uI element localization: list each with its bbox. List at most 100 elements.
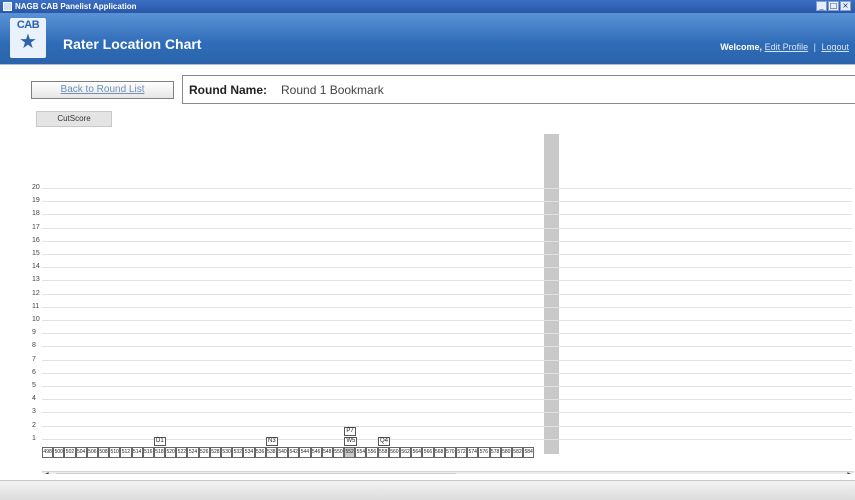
chart-gridline (42, 293, 852, 295)
y-tick-label: 7 (32, 355, 36, 363)
y-tick-label: 16 (32, 236, 40, 244)
tab-cutscore[interactable]: CutScore (36, 111, 112, 127)
score-cell: 522 (176, 447, 188, 458)
chart-gridline (42, 425, 852, 427)
score-cell: 554 (355, 447, 367, 458)
score-cell: 528 (209, 447, 221, 458)
score-cell: 558 (377, 447, 389, 458)
y-tick-label: 1 (32, 434, 36, 442)
chart-gridline (42, 333, 852, 335)
score-cell: 508 (97, 447, 110, 458)
score-cell: 566 (422, 447, 434, 458)
horizontal-scrollbar[interactable]: ◀ ▶ (42, 471, 854, 474)
rater-location-chart: 20 19 18 17 16 15 14 13 12 11 10 9 8 7 6 5 4 3 2 1 498 500 50… (0, 134, 855, 474)
rater-marker[interactable]: P7 (344, 427, 356, 436)
y-tick-label: 5 (32, 382, 36, 389)
chart-gridline (42, 372, 852, 374)
y-tick-label: 3 (32, 408, 36, 416)
rater-marker[interactable]: N3 (266, 437, 278, 446)
chart-gridline (42, 201, 852, 203)
y-tick-label: 6 (32, 368, 36, 376)
score-cell: 516 (142, 447, 154, 458)
score-cell: 536 (254, 447, 266, 458)
window-title: NAGB CAB Panelist Application (15, 2, 137, 11)
chart-gridline (42, 306, 852, 308)
score-cell: 518 (153, 447, 166, 458)
score-cell: 560 (388, 447, 400, 458)
score-cell: 510 (109, 447, 121, 458)
score-cell: 500 (53, 447, 65, 458)
chart-gridline (42, 240, 852, 242)
score-cell: 544 (299, 447, 311, 458)
y-tick-label: 2 (32, 421, 36, 429)
chart-gridline (42, 359, 852, 361)
page-title: Rater Location Chart (63, 36, 202, 52)
chart-gridline (42, 399, 852, 401)
chart-gridline (42, 254, 852, 255)
score-cell: 584 (523, 447, 535, 458)
y-tick-label: 13 (32, 276, 40, 284)
y-tick-label: 15 (32, 250, 40, 257)
y-tick-label: 10 (32, 316, 40, 323)
score-cell: 498 (42, 447, 54, 458)
score-cell: 570 (444, 447, 456, 458)
window-controls: _ □ × (816, 1, 851, 11)
star-icon: ★ (19, 29, 37, 53)
welcome-text: Welcome, (720, 42, 763, 52)
score-cell: 534 (243, 447, 255, 458)
score-cell: 562 (400, 447, 412, 458)
status-footer (0, 480, 855, 500)
score-cell: 502 (64, 447, 76, 458)
y-tick-label: 17 (32, 223, 40, 231)
y-tick-label: 18 (32, 210, 40, 218)
score-cell: 538 (265, 447, 277, 458)
scroll-right-arrow-icon[interactable]: ▶ (847, 472, 852, 474)
score-cell: 512 (120, 447, 132, 458)
rater-marker[interactable]: D1 (154, 437, 166, 446)
score-cell: 582 (511, 447, 524, 458)
edit-profile-link[interactable]: Edit Profile (765, 42, 809, 52)
minimize-button[interactable]: _ (816, 1, 827, 11)
score-cell: 524 (187, 447, 199, 458)
score-cell: 546 (310, 447, 322, 458)
y-tick-label: 11 (32, 302, 40, 310)
chart-gridline (42, 267, 852, 269)
score-cell: 550 (332, 447, 345, 458)
maximize-button[interactable]: □ (828, 1, 839, 11)
scroll-left-arrow-icon[interactable]: ◀ (44, 472, 49, 474)
score-scale-row: 498 500 502 504 506 508 510 512 514 516 518 520 522 5… (42, 447, 535, 458)
score-cell: 520 (165, 447, 177, 458)
y-tick-label: 4 (32, 395, 36, 403)
score-cell: 514 (131, 447, 143, 458)
logout-link[interactable]: Logout (821, 42, 849, 52)
chart-gridline (42, 412, 852, 414)
score-cell: 530 (221, 447, 233, 458)
chart-gridline (42, 214, 852, 216)
chart-gridline (42, 346, 852, 348)
app-icon (3, 2, 12, 11)
chart-gridline (42, 188, 852, 189)
score-cell: 580 (500, 447, 512, 458)
score-cell: 540 (276, 447, 289, 458)
chart-gridline (42, 280, 852, 282)
rater-marker[interactable]: Q4 (378, 437, 391, 446)
separator: | (813, 42, 816, 52)
y-tick-label: 19 (32, 197, 40, 205)
y-tick-label: 20 (32, 184, 40, 191)
back-to-round-list-button[interactable]: Back to Round List (31, 81, 174, 99)
scrollbar-thumb[interactable] (56, 473, 456, 474)
score-cell: 564 (411, 447, 423, 458)
window-titlebar: NAGB CAB Panelist Application _ □ × (0, 0, 855, 13)
score-cell: 572 (455, 447, 468, 458)
score-cell: 526 (198, 447, 210, 458)
round-name-value: Round 1 Bookmark (281, 83, 384, 97)
y-tick-label: 12 (32, 289, 40, 297)
y-tick-label: 14 (32, 263, 40, 271)
close-button[interactable]: × (840, 1, 851, 11)
score-cell: 542 (288, 447, 300, 458)
y-tick-label: 9 (32, 329, 36, 337)
rater-marker[interactable]: W5 (344, 437, 358, 446)
round-name-label: Round Name: (189, 83, 267, 97)
score-cell: 568 (433, 447, 445, 458)
chart-gridline (42, 320, 852, 321)
